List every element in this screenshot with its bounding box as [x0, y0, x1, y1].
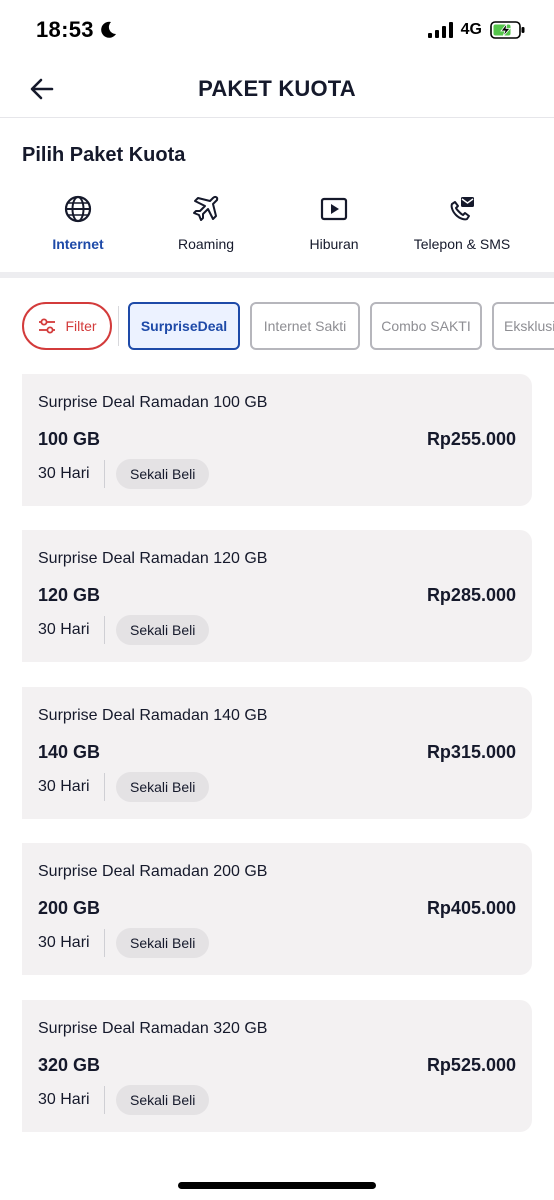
status-indicators: 4G	[427, 20, 526, 40]
filter-label: Filter	[65, 318, 97, 334]
tab-label: Hiburan	[309, 236, 359, 252]
package-quota: 120 GB	[38, 585, 101, 605]
package-badge: Sekali Beli	[116, 772, 210, 802]
package-price: Rp285.000	[426, 585, 516, 605]
package-quota: 140 GB	[38, 742, 101, 762]
package-name: Surprise Deal Ramadan 120 GB	[38, 550, 268, 567]
package-duration: 30 Hari	[38, 934, 90, 951]
package-card[interactable]: Surprise Deal Ramadan 320 GB 320 GB Rp52…	[22, 1000, 532, 1132]
tab-divider	[0, 272, 554, 278]
status-bar: 18:53 4G	[0, 0, 554, 60]
tab-label: Internet	[52, 236, 104, 252]
signal-icon	[427, 22, 453, 38]
play-icon	[320, 197, 348, 221]
chip-divider	[118, 306, 119, 346]
package-name: Surprise Deal Ramadan 320 GB	[38, 1020, 268, 1037]
package-card[interactable]: Surprise Deal Ramadan 120 GB 120 GB Rp28…	[22, 530, 532, 662]
filter-button[interactable]: Filter	[22, 302, 112, 350]
package-card[interactable]: Surprise Deal Ramadan 140 GB 140 GB Rp31…	[22, 687, 532, 819]
package-price: Rp525.000	[426, 1055, 516, 1075]
tab-label: Telepon & SMS	[413, 236, 511, 252]
package-quota: 100 GB	[38, 429, 101, 449]
package-quota: 200 GB	[38, 898, 101, 918]
airplane-icon	[193, 195, 219, 221]
package-badge: Sekali Beli	[116, 928, 210, 958]
package-name: Surprise Deal Ramadan 100 GB	[38, 394, 268, 411]
package-divider	[104, 1086, 105, 1114]
status-time: 18:53	[36, 17, 94, 42]
category-tabs: Internet Roaming Hiburan Telepon & SMS	[0, 186, 554, 278]
package-divider	[104, 929, 105, 957]
globe-icon	[64, 195, 92, 223]
package-quota: 320 GB	[38, 1055, 101, 1075]
filter-chips: Filter SurpriseDeal Internet Sakti Combo…	[22, 302, 554, 352]
package-name: Surprise Deal Ramadan 200 GB	[38, 863, 268, 880]
package-duration: 30 Hari	[38, 621, 90, 638]
chip-eksklusif[interactable]: Eksklusif	[492, 302, 554, 350]
chip-surprisedeal[interactable]: SurpriseDeal	[128, 302, 240, 350]
phone-message-icon	[450, 197, 474, 221]
moon-icon	[101, 21, 116, 38]
package-name: Surprise Deal Ramadan 140 GB	[38, 707, 268, 724]
tab-label: Roaming	[177, 236, 235, 252]
tab-hiburan[interactable]: Hiburan	[270, 186, 398, 278]
package-badge: Sekali Beli	[116, 615, 210, 645]
tab-telepon-sms[interactable]: Telepon & SMS	[398, 186, 526, 278]
package-divider	[104, 616, 105, 644]
home-indicator	[178, 1182, 376, 1189]
package-card[interactable]: Surprise Deal Ramadan 100 GB 100 GB Rp25…	[22, 374, 532, 506]
package-duration: 30 Hari	[38, 1091, 90, 1108]
package-price: Rp255.000	[426, 429, 516, 449]
package-divider	[104, 773, 105, 801]
package-divider	[104, 460, 105, 488]
chip-combo-sakti[interactable]: Combo SAKTI	[370, 302, 482, 350]
package-price: Rp315.000	[426, 742, 516, 762]
section-title: Pilih Paket Kuota	[22, 144, 186, 166]
chip-internet-sakti[interactable]: Internet Sakti	[250, 302, 360, 350]
network-type: 4G	[460, 21, 482, 38]
page-title: PAKET KUOTA	[198, 76, 356, 101]
tab-internet[interactable]: Internet	[14, 186, 142, 278]
app-header: PAKET KUOTA	[0, 60, 554, 118]
tab-roaming[interactable]: Roaming	[142, 186, 270, 278]
package-price: Rp405.000	[426, 898, 516, 918]
package-duration: 30 Hari	[38, 465, 90, 482]
battery-charging-icon	[490, 21, 525, 39]
package-duration: 30 Hari	[38, 778, 90, 795]
sliders-icon	[39, 318, 56, 334]
package-card[interactable]: Surprise Deal Ramadan 200 GB 200 GB Rp40…	[22, 843, 532, 975]
package-badge: Sekali Beli	[116, 459, 210, 489]
package-badge: Sekali Beli	[116, 1085, 210, 1115]
